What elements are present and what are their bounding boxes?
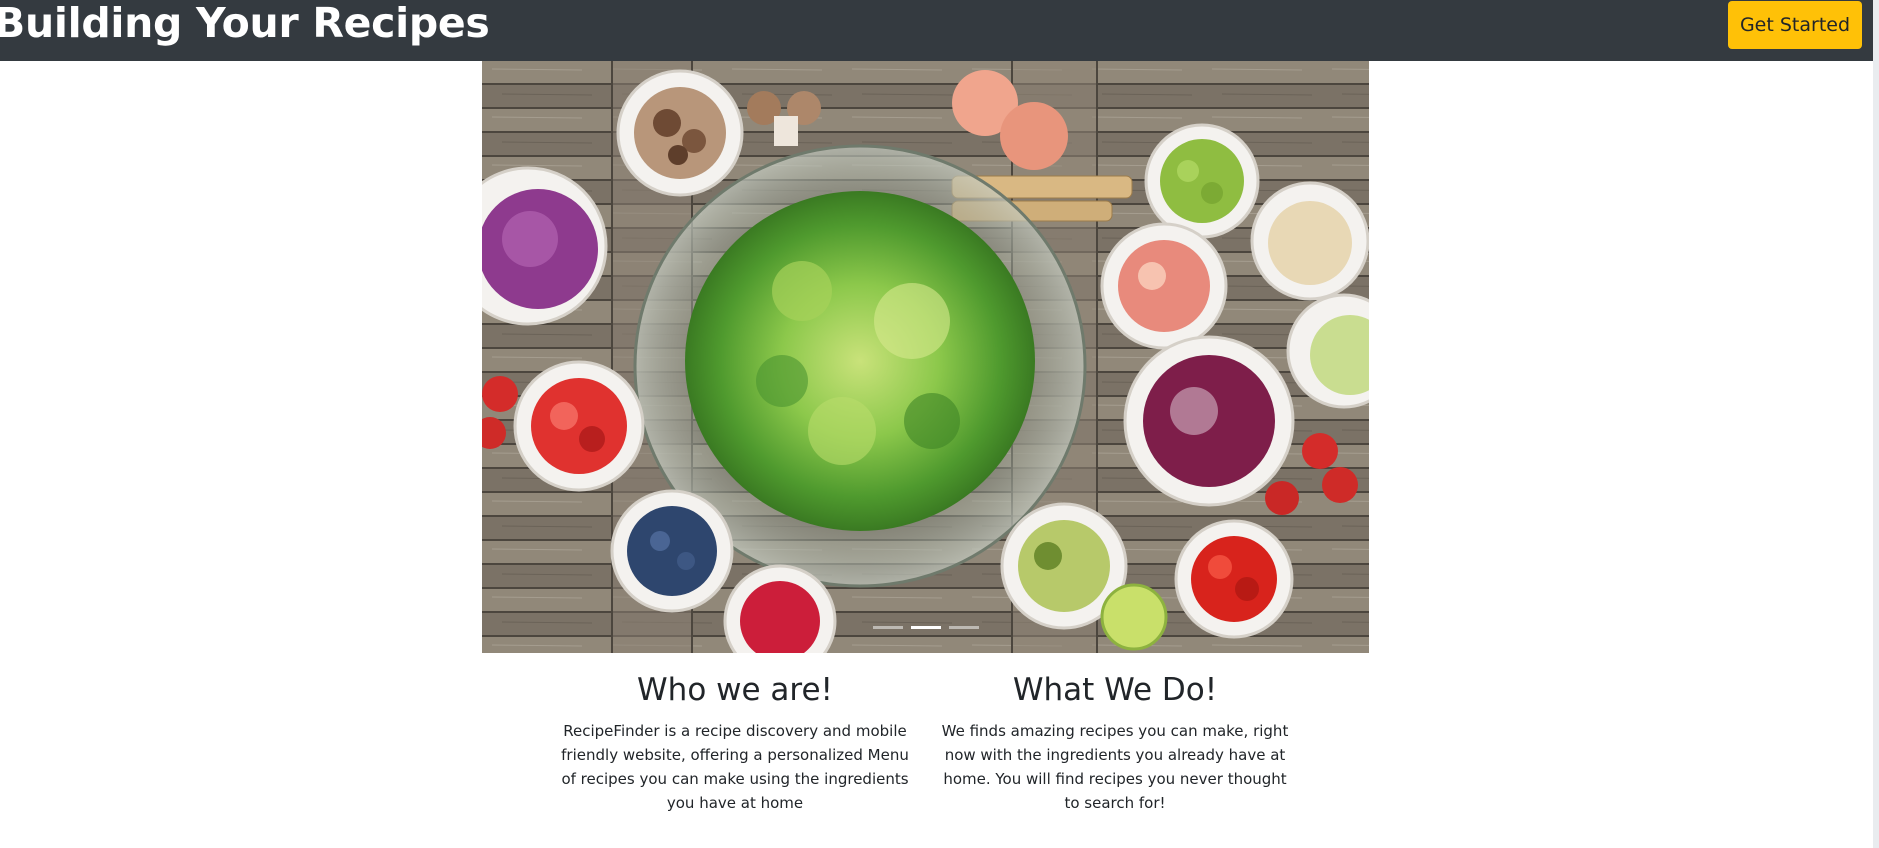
- carousel-indicators: [482, 626, 1369, 629]
- carousel-indicator-1[interactable]: [872, 626, 903, 629]
- who-we-are-title: Who we are!: [637, 672, 833, 708]
- carousel-indicator-3[interactable]: [948, 626, 979, 629]
- what-we-do-section: What We Do! We finds amazing recipes you…: [925, 668, 1305, 815]
- brand-title[interactable]: Building Your Recipes: [0, 0, 490, 46]
- what-we-do-text: We finds amazing recipes you can make, r…: [941, 722, 1289, 812]
- hero-carousel[interactable]: [482, 61, 1369, 653]
- who-we-are-section: Who we are! RecipeFinder is a recipe dis…: [545, 668, 925, 815]
- hero-image: [482, 61, 1369, 653]
- get-started-button[interactable]: Get Started: [1728, 1, 1862, 49]
- scrollbar-track[interactable]: [1873, 0, 1879, 848]
- who-we-are-text: RecipeFinder is a recipe discovery and m…: [561, 722, 909, 812]
- what-we-do-title: What We Do!: [1012, 672, 1218, 708]
- carousel-indicator-2[interactable]: [910, 626, 941, 629]
- top-navbar: Building Your Recipes Get Started: [0, 0, 1879, 61]
